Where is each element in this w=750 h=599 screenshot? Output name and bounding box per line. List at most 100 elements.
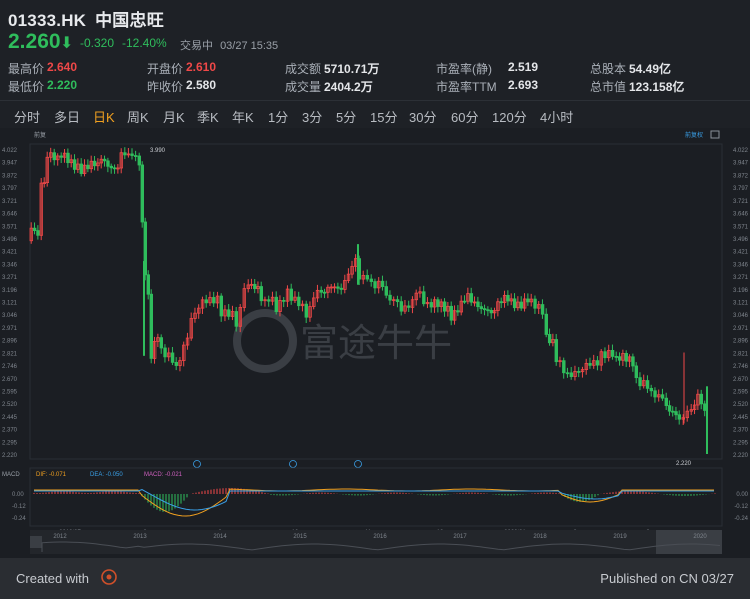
tab-2[interactable]: 日K	[93, 107, 115, 126]
candle	[436, 299, 440, 307]
candle	[219, 295, 223, 317]
tab-5[interactable]: 季K	[197, 107, 219, 126]
candle	[170, 352, 175, 363]
candle	[533, 298, 537, 309]
stat-label: 成交量	[285, 80, 322, 94]
y-tick-label-right: 3.721	[733, 199, 749, 205]
candle	[109, 165, 113, 169]
candle	[634, 365, 638, 379]
tab-7[interactable]: 1分	[268, 107, 288, 126]
candle	[544, 313, 548, 335]
watermark-logo-icon	[233, 309, 297, 373]
candle	[339, 287, 343, 290]
candle	[204, 299, 208, 304]
candle	[336, 286, 340, 289]
tab-0[interactable]: 分时	[14, 107, 40, 126]
candle	[610, 349, 615, 357]
candle	[112, 167, 117, 170]
candle	[36, 230, 40, 236]
candle	[133, 155, 138, 157]
stat-label: 昨收价	[147, 80, 184, 94]
stat-value: 54.49亿	[629, 62, 672, 76]
stock-name: 中国忠旺	[95, 11, 164, 30]
candle	[52, 152, 56, 161]
tab-1[interactable]: 多日	[54, 107, 80, 126]
y-tick-label: 3.271	[2, 275, 18, 281]
candle	[645, 380, 650, 389]
stat-value: 2.693	[508, 78, 539, 92]
y-tick-label: 3.721	[2, 199, 18, 205]
candle	[234, 311, 238, 327]
stat-label: 最低价	[8, 80, 45, 94]
candle	[476, 301, 480, 308]
candle	[482, 308, 487, 311]
published-text: Published on CN 03/27	[600, 571, 734, 586]
stat-label: 市盈率(静)	[436, 62, 492, 76]
y-tick-label: 2.445	[2, 415, 18, 421]
macd-value: MACD: -0.021	[144, 472, 183, 478]
macd-tick: -0.24	[12, 516, 26, 522]
adjust-label: 前复	[34, 131, 46, 139]
stat-label: 总市值	[590, 80, 627, 94]
current-price: 2.260	[8, 30, 61, 53]
candle	[462, 300, 467, 303]
candle	[59, 155, 63, 158]
candle	[617, 356, 622, 361]
y-tick-label-right: 2.220	[733, 453, 749, 459]
trade-status: 交易中 03/27 15:35	[180, 37, 278, 53]
y-tick-label: 3.646	[2, 212, 18, 218]
y-tick-label-right: 2.971	[733, 326, 749, 332]
trade-datetime: 03/27 15:35	[220, 40, 279, 52]
stat-label: 最高价	[8, 62, 45, 76]
candle	[519, 301, 523, 309]
overview-year-label: 2019	[613, 534, 627, 540]
candle	[365, 275, 369, 280]
stat-label: 市盈率TTM	[436, 80, 497, 94]
candle	[86, 164, 90, 170]
candle	[395, 299, 400, 303]
candle	[130, 153, 134, 156]
stat-label: 开盘价	[147, 62, 184, 76]
tab-9[interactable]: 5分	[336, 107, 356, 126]
candle	[603, 351, 607, 359]
candle	[547, 334, 552, 344]
candle	[304, 303, 308, 318]
brand-logo-icon	[101, 569, 117, 585]
price-change-percent: -12.40%	[122, 36, 167, 50]
tab-8[interactable]: 3分	[302, 107, 322, 126]
candle	[489, 310, 493, 314]
candle	[253, 283, 257, 290]
candle	[163, 347, 167, 358]
y-tick-label: 2.220	[2, 453, 18, 459]
y-tick-label-right: 4.022	[733, 148, 749, 154]
candle	[456, 310, 460, 313]
macd-tick-right: -0.24	[734, 516, 748, 522]
tab-13[interactable]: 120分	[492, 107, 527, 126]
y-tick-label: 4.022	[2, 148, 18, 154]
candle	[267, 299, 271, 302]
candle	[140, 164, 144, 223]
macd-tick-right: 0.00	[736, 492, 748, 498]
y-tick-label-right: 3.421	[733, 250, 749, 256]
stat-label: 总股本	[590, 62, 627, 76]
tab-3[interactable]: 周K	[127, 107, 149, 126]
y-tick-label-right: 3.121	[733, 301, 749, 307]
period-tabs: 分时 多日 日K 周K 月K 季K 年K 1分 3分 5分 15分 30分 60分 120分 4小时	[0, 101, 750, 129]
tab-12[interactable]: 60分	[451, 107, 478, 126]
tab-10[interactable]: 15分	[370, 107, 397, 126]
kline-chart[interactable]: 4.022 4.022 3.947 3.947 3.872 3.872 3.797 3.797…	[0, 128, 750, 558]
candle	[282, 299, 286, 302]
candle	[469, 293, 473, 303]
tab-11[interactable]: 30分	[409, 107, 436, 126]
candle	[554, 339, 558, 363]
candle	[399, 301, 403, 312]
tab-6[interactable]: 年K	[232, 107, 254, 126]
stat-value: 5710.71万	[324, 62, 380, 76]
tab-14[interactable]: 4小时	[540, 107, 573, 126]
tab-4[interactable]: 月K	[163, 107, 185, 126]
stock-title: 01333.HK 中国忠旺	[8, 6, 164, 31]
candle	[92, 160, 97, 167]
y-tick-label-right: 2.295	[733, 440, 749, 446]
candle	[699, 393, 703, 405]
candle	[624, 353, 628, 362]
